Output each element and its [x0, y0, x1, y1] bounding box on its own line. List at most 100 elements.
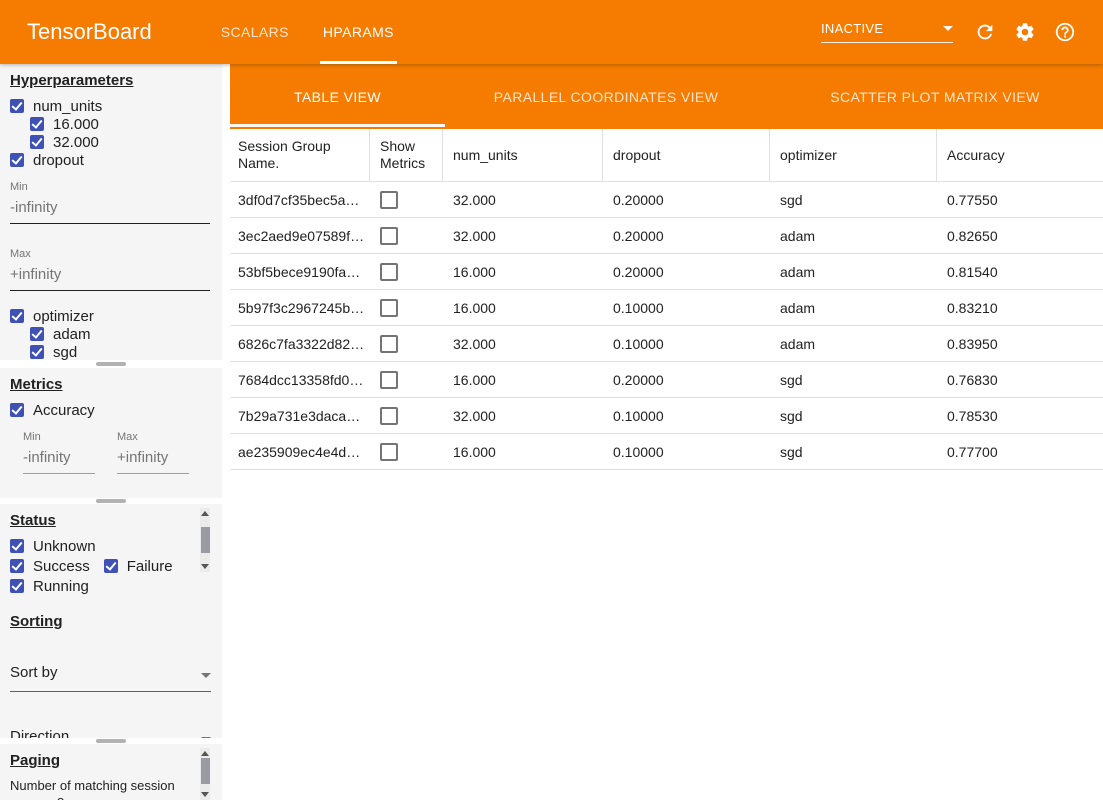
metric-max-label: Max: [117, 431, 189, 443]
status-running-checkbox[interactable]: Running: [10, 577, 89, 595]
show-metrics-checkbox[interactable]: [380, 443, 398, 461]
status-scrollbar[interactable]: [200, 508, 210, 572]
hparam-dropout-checkbox[interactable]: dropout: [10, 151, 212, 169]
table-row[interactable]: ae235909ec4e4d… 16.000 0.10000 sgd 0.777…: [230, 434, 1103, 470]
tab-scalars[interactable]: SCALARS: [204, 0, 306, 64]
dropout-value: 0.10000: [603, 444, 770, 460]
chevron-down-icon: [943, 26, 953, 31]
col-optimizer[interactable]: optimizer: [770, 129, 937, 181]
col-num-units[interactable]: num_units: [443, 129, 603, 181]
refresh-icon[interactable]: [965, 12, 1005, 52]
status-unknown-checkbox[interactable]: Unknown: [10, 537, 96, 555]
status-success-label: Success: [33, 558, 90, 575]
dropout-min-input[interactable]: [10, 193, 210, 224]
num-units-value-32-checkbox[interactable]: 32.000: [30, 133, 212, 151]
num-units-value-32-label: 32.000: [53, 134, 99, 151]
show-metrics-checkbox[interactable]: [380, 299, 398, 317]
table-row[interactable]: 3df0d7cf35bec5a… 32.000 0.20000 sgd 0.77…: [230, 182, 1103, 218]
reload-interval-value: INACTIVE: [821, 21, 883, 36]
dropout-value: 0.10000: [603, 336, 770, 352]
optimizer-value: sgd: [770, 372, 937, 388]
col-dropout[interactable]: dropout: [603, 129, 770, 181]
status-running-label: Running: [33, 578, 89, 595]
session-group-name: 53bf5bece9190fa…: [230, 264, 370, 280]
scroll-up-icon[interactable]: [201, 751, 209, 756]
sorting-heading: Sorting: [10, 613, 212, 630]
status-success-checkbox[interactable]: Success: [10, 557, 90, 575]
settings-icon[interactable]: [1005, 12, 1045, 52]
scroll-thumb[interactable]: [201, 527, 210, 553]
dropout-max-input[interactable]: [10, 260, 210, 291]
metric-max-input[interactable]: [117, 443, 189, 474]
dropout-value: 0.20000: [603, 264, 770, 280]
dropout-value: 0.20000: [603, 228, 770, 244]
table-row[interactable]: 3ec2aed9e07589f… 32.000 0.20000 adam 0.8…: [230, 218, 1103, 254]
status-unknown-label: Unknown: [33, 538, 96, 555]
optimizer-value: sgd: [770, 192, 937, 208]
hyperparameters-heading: Hyperparameters: [10, 72, 212, 89]
table-row[interactable]: 6826c7fa3322d82… 32.000 0.10000 adam 0.8…: [230, 326, 1103, 362]
num-units-value: 32.000: [443, 408, 603, 424]
show-metrics-cell: [370, 262, 443, 280]
tab-table-view[interactable]: TABLE VIEW: [230, 64, 445, 129]
reload-interval-select[interactable]: INACTIVE: [821, 21, 953, 43]
col-show-metrics[interactable]: Show Metrics: [370, 129, 443, 181]
paging-scrollbar[interactable]: [200, 748, 210, 800]
col-session-group-name[interactable]: Session Group Name.: [230, 129, 370, 181]
accuracy-value: 0.77550: [937, 192, 1103, 208]
show-metrics-checkbox[interactable]: [380, 227, 398, 245]
tab-scatter-plot-matrix-view[interactable]: SCATTER PLOT MATRIX VIEW: [767, 64, 1103, 129]
resize-handle[interactable]: [96, 362, 126, 366]
table-row[interactable]: 7684dcc13358fd0… 16.000 0.20000 sgd 0.76…: [230, 362, 1103, 398]
scroll-up-icon[interactable]: [201, 511, 209, 516]
num-units-value-16-checkbox[interactable]: 16.000: [30, 115, 212, 133]
help-icon[interactable]: [1045, 12, 1085, 52]
accuracy-value: 0.81540: [937, 264, 1103, 280]
table-row[interactable]: 53bf5bece9190fa… 16.000 0.20000 adam 0.8…: [230, 254, 1103, 290]
matching-groups-summary: Number of matching session groups: 8: [10, 777, 192, 800]
num-units-value: 16.000: [443, 300, 603, 316]
hparam-optimizer-checkbox[interactable]: optimizer: [10, 307, 212, 325]
num-units-value: 32.000: [443, 192, 603, 208]
app-title: TensorBoard: [0, 19, 152, 45]
tab-hparams[interactable]: HPARAMS: [306, 0, 411, 64]
resize-handle[interactable]: [96, 499, 126, 503]
scroll-down-icon[interactable]: [201, 564, 209, 569]
hyperparameters-section: Hyperparameters num_units 16.000 32.000 …: [0, 64, 222, 360]
paging-section: Paging Number of matching session groups…: [0, 744, 222, 800]
show-metrics-cell: [370, 442, 443, 460]
plugin-tabs: SCALARS HPARAMS: [204, 0, 411, 64]
metric-min-input[interactable]: [23, 443, 95, 474]
show-metrics-checkbox[interactable]: [380, 371, 398, 389]
tab-parallel-coordinates-view[interactable]: PARALLEL COORDINATES VIEW: [445, 64, 767, 129]
show-metrics-checkbox[interactable]: [380, 191, 398, 209]
hparam-num-units-checkbox[interactable]: num_units: [10, 97, 212, 115]
sort-by-dropdown[interactable]: Sort by: [10, 664, 211, 692]
table-row[interactable]: 7b29a731e3daca… 32.000 0.10000 sgd 0.785…: [230, 398, 1103, 434]
dropout-value: 0.20000: [603, 372, 770, 388]
show-metrics-cell: [370, 334, 443, 352]
accuracy-value: 0.76830: [937, 372, 1103, 388]
scroll-down-icon[interactable]: [201, 792, 209, 797]
show-metrics-checkbox[interactable]: [380, 407, 398, 425]
num-units-value: 32.000: [443, 228, 603, 244]
metric-accuracy-checkbox[interactable]: Accuracy: [10, 401, 212, 419]
optimizer-value: adam: [770, 264, 937, 280]
table-header: Session Group Name. Show Metrics num_uni…: [230, 129, 1103, 182]
show-metrics-checkbox[interactable]: [380, 263, 398, 281]
show-metrics-checkbox[interactable]: [380, 335, 398, 353]
optimizer-value-adam-checkbox[interactable]: adam: [30, 325, 212, 343]
metric-max-group: Max: [117, 431, 189, 474]
status-failure-checkbox[interactable]: Failure: [104, 557, 173, 575]
optimizer-value: adam: [770, 336, 937, 352]
direction-dropdown[interactable]: Direction: [10, 728, 211, 738]
table-row[interactable]: 5b97f3c2967245b… 16.000 0.10000 adam 0.8…: [230, 290, 1103, 326]
num-units-value-16-label: 16.000: [53, 116, 99, 133]
checkbox-checked-icon: [10, 539, 24, 553]
optimizer-value-sgd-checkbox[interactable]: sgd: [30, 343, 212, 360]
scroll-thumb[interactable]: [201, 758, 210, 784]
resize-handle[interactable]: [96, 739, 126, 743]
show-metrics-cell: [370, 190, 443, 208]
col-accuracy[interactable]: Accuracy: [937, 129, 1103, 181]
session-group-name: 3df0d7cf35bec5a…: [230, 192, 370, 208]
